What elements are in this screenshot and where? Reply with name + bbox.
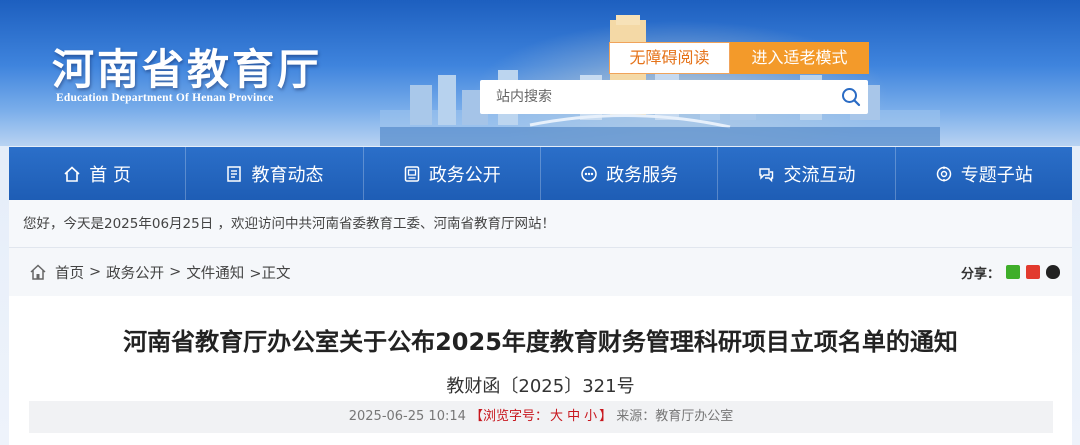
news-icon bbox=[225, 165, 243, 183]
breadcrumb-current: >正文 bbox=[249, 265, 291, 282]
nav-item-gov-services[interactable]: 政务服务 bbox=[541, 147, 719, 200]
site-banner: 河南省教育厅 Education Department Of Henan Pro… bbox=[0, 0, 1080, 146]
site-logo-title: 河南省教育厅 bbox=[52, 45, 323, 94]
nav-item-gov-affairs[interactable]: 政务公开 bbox=[364, 147, 541, 200]
nav-item-topics[interactable]: 专题子站 bbox=[896, 147, 1072, 200]
article-title: 河南省教育厅办公室关于公布2025年度教育财务管理科研项目立项名单的通知 bbox=[123, 328, 958, 356]
article-meta: 2025-06-25 10:14 【浏览字号：大中小】 来源：教育厅办公室 bbox=[29, 401, 1053, 433]
search-input[interactable] bbox=[480, 80, 834, 114]
font-size-small-button[interactable]: 小 bbox=[584, 409, 597, 424]
main-nav: 首 页 教育动态 政务公开 政务服务 交流互动 专题子站 bbox=[9, 147, 1072, 200]
nav-item-interaction[interactable]: 交流互动 bbox=[718, 147, 896, 200]
nav-item-label: 教育动态 bbox=[251, 164, 324, 186]
search-icon[interactable] bbox=[834, 80, 868, 114]
article-source: 来源：教育厅办公室 bbox=[616, 409, 734, 424]
breadcrumb-separator: > bbox=[89, 264, 102, 280]
article-panel: 首页 > 政务公开 > 文件通知 >正文 分享： 河南省教育厅办公室关于公布20… bbox=[9, 248, 1072, 445]
wechat-icon[interactable] bbox=[1006, 265, 1020, 279]
interaction-icon bbox=[757, 165, 775, 183]
font-size-medium-button[interactable]: 中 bbox=[567, 409, 580, 424]
welcome-message: 您好，今天是2025年06月25日 ，欢迎访问中共河南省委教育工委、河南省教育厅… bbox=[9, 200, 1072, 248]
document-number: 教财函〔2025〕321号 bbox=[446, 376, 635, 397]
nav-item-label: 交流互动 bbox=[783, 164, 856, 186]
elder-mode-button[interactable]: 进入适老模式 bbox=[730, 42, 869, 74]
nav-item-label: 首 页 bbox=[89, 164, 132, 186]
font-size-suffix: 】 bbox=[599, 409, 613, 424]
home-icon bbox=[63, 165, 81, 183]
document-icon bbox=[403, 165, 421, 183]
nav-item-home[interactable]: 首 页 bbox=[9, 147, 187, 200]
nav-item-label: 政务公开 bbox=[428, 164, 501, 186]
publish-datetime: 2025-06-25 10:14 bbox=[348, 409, 466, 424]
nav-item-label: 专题子站 bbox=[960, 164, 1033, 186]
share-label: 分享： bbox=[960, 266, 1000, 282]
breadcrumb-home-link[interactable]: 首页 bbox=[55, 262, 84, 283]
font-size-prefix: 【浏览字号： bbox=[470, 409, 549, 424]
breadcrumb-separator: > bbox=[169, 264, 182, 280]
nav-item-news[interactable]: 教育动态 bbox=[186, 147, 364, 200]
nav-item-label: 政务服务 bbox=[606, 164, 679, 186]
weibo-icon[interactable] bbox=[1026, 265, 1040, 279]
qq-icon[interactable] bbox=[1046, 265, 1060, 279]
font-size-large-button[interactable]: 大 bbox=[550, 409, 563, 424]
service-icon bbox=[580, 165, 598, 183]
breadcrumb-notices-link[interactable]: 文件通知 bbox=[186, 262, 244, 283]
accessible-reading-button[interactable]: 无障碍阅读 bbox=[609, 42, 730, 74]
breadcrumb-bar: 首页 > 政务公开 > 文件通知 >正文 分享： bbox=[9, 248, 1072, 296]
site-logo-subtitle: Education Department Of Henan Province bbox=[56, 92, 274, 104]
breadcrumb-gov-affairs-link[interactable]: 政务公开 bbox=[106, 262, 164, 283]
topic-icon bbox=[935, 165, 953, 183]
home-icon bbox=[29, 263, 47, 281]
share-bar: 分享： bbox=[961, 248, 1060, 296]
search-box bbox=[480, 80, 868, 114]
breadcrumb: 首页 > 政务公开 > 文件通知 >正文 bbox=[29, 248, 290, 296]
